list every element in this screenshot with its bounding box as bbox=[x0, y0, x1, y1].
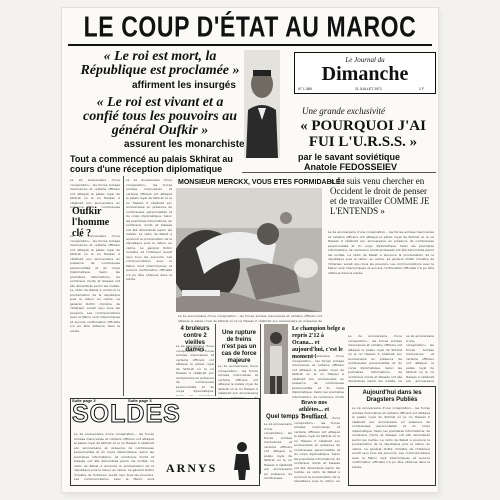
attrib-insurges: affirment les insurgés bbox=[132, 80, 236, 91]
today-headline: Aujourd'hui dans les Dragsters Publiés bbox=[362, 390, 422, 403]
kicker-skhirat: Tout a commencé au palais Skhirat au cou… bbox=[70, 154, 233, 174]
weather-text: Le 2e anniversaire d'une conspiration...… bbox=[264, 422, 292, 482]
blesses-text: Le 2e anniversaire d'une conspiration...… bbox=[176, 344, 214, 396]
cyclist-figure bbox=[176, 188, 322, 312]
weather-headline: Quel temps ? bbox=[266, 414, 305, 420]
today-list: Le 2e anniversaire d'une conspiration...… bbox=[352, 406, 430, 469]
cyclist-photo bbox=[176, 188, 322, 312]
photo-caption: Le 2e anniversaire d'une conspiration...… bbox=[178, 314, 322, 322]
body-col-1: Le 2e anniversaire d'une conspiration...… bbox=[70, 178, 120, 208]
athlete-figure bbox=[264, 324, 288, 394]
ad-figure-icon bbox=[234, 442, 250, 480]
col-divider bbox=[123, 176, 124, 396]
masthead-date: 11 JUILLET 1971 bbox=[355, 87, 382, 91]
col-divider-3 bbox=[260, 324, 261, 474]
masthead-issue: N° 1.365 bbox=[298, 87, 312, 91]
rupture-headline: Une rupture de freins n'est pas un cas d… bbox=[221, 330, 257, 364]
body-col-1b: Le 2e anniversaire d'une conspiration...… bbox=[70, 234, 120, 333]
portrait-figure bbox=[244, 50, 280, 158]
masthead-box: Le Journal du Dimanche N° 1.365 11 JUILL… bbox=[294, 52, 436, 94]
exclusive-label: Une grande exclusivité bbox=[302, 106, 385, 116]
main-headline: LE COUP D'ÉTAT AU MAROC bbox=[83, 10, 417, 43]
soldes-text: Le 2e anniversaire d'une conspiration...… bbox=[74, 432, 154, 480]
merckx-headline: MONSIEUR MERCKX, VOUS ETES FORMIDABLE ! bbox=[178, 179, 345, 186]
masthead-price: 1 F bbox=[419, 87, 425, 91]
pullquote: « Je suis venu chercher en Occident le d… bbox=[330, 176, 430, 216]
body-col-2: Le 2e anniversaire d'une conspiration...… bbox=[126, 178, 172, 281]
soldes-title: SOLDES bbox=[72, 400, 181, 429]
quote-republic: « Le roi est mort, la République est pro… bbox=[80, 49, 240, 78]
col-divider-2 bbox=[215, 324, 216, 396]
exclusive-byline: par le savant soviétique bbox=[298, 152, 401, 162]
attrib-monarchistes: assurent les monarchistes bbox=[124, 139, 251, 150]
portrait-photo bbox=[244, 50, 280, 158]
newspaper-page: LE COUP D'ÉTAT AU MAROC « Le roi est mor… bbox=[62, 8, 438, 492]
rupture-text: Le 2e anniversaire d'une conspiration...… bbox=[218, 364, 258, 398]
right-body-2: Le 2e anniversaire d'une conspiration...… bbox=[348, 334, 402, 382]
exclusive-title: « POURQUOI J'AI FUI L'U.R.S.S. » bbox=[300, 118, 426, 150]
athlete-photo bbox=[264, 324, 288, 394]
quote-king-alive: « Le roi est vivant et a confié tous les… bbox=[82, 95, 237, 138]
right-body-1: Le 2e anniversaire d'une conspiration...… bbox=[328, 230, 434, 275]
champion-text: Le 2e anniversaire d'une conspiration...… bbox=[292, 354, 344, 398]
bravo-text: Le 2e anniversaire d'une conspiration...… bbox=[294, 416, 340, 482]
headline-rule bbox=[68, 44, 432, 46]
arnys-logo: ARNYS bbox=[166, 461, 218, 475]
masthead-title: Dimanche bbox=[321, 63, 409, 85]
exclusive-author: Anatole FEDOSSEIEV bbox=[304, 162, 398, 172]
section-divider bbox=[242, 172, 436, 173]
right-body-3: Le 2e anniversaire d'une conspiration...… bbox=[406, 334, 434, 382]
